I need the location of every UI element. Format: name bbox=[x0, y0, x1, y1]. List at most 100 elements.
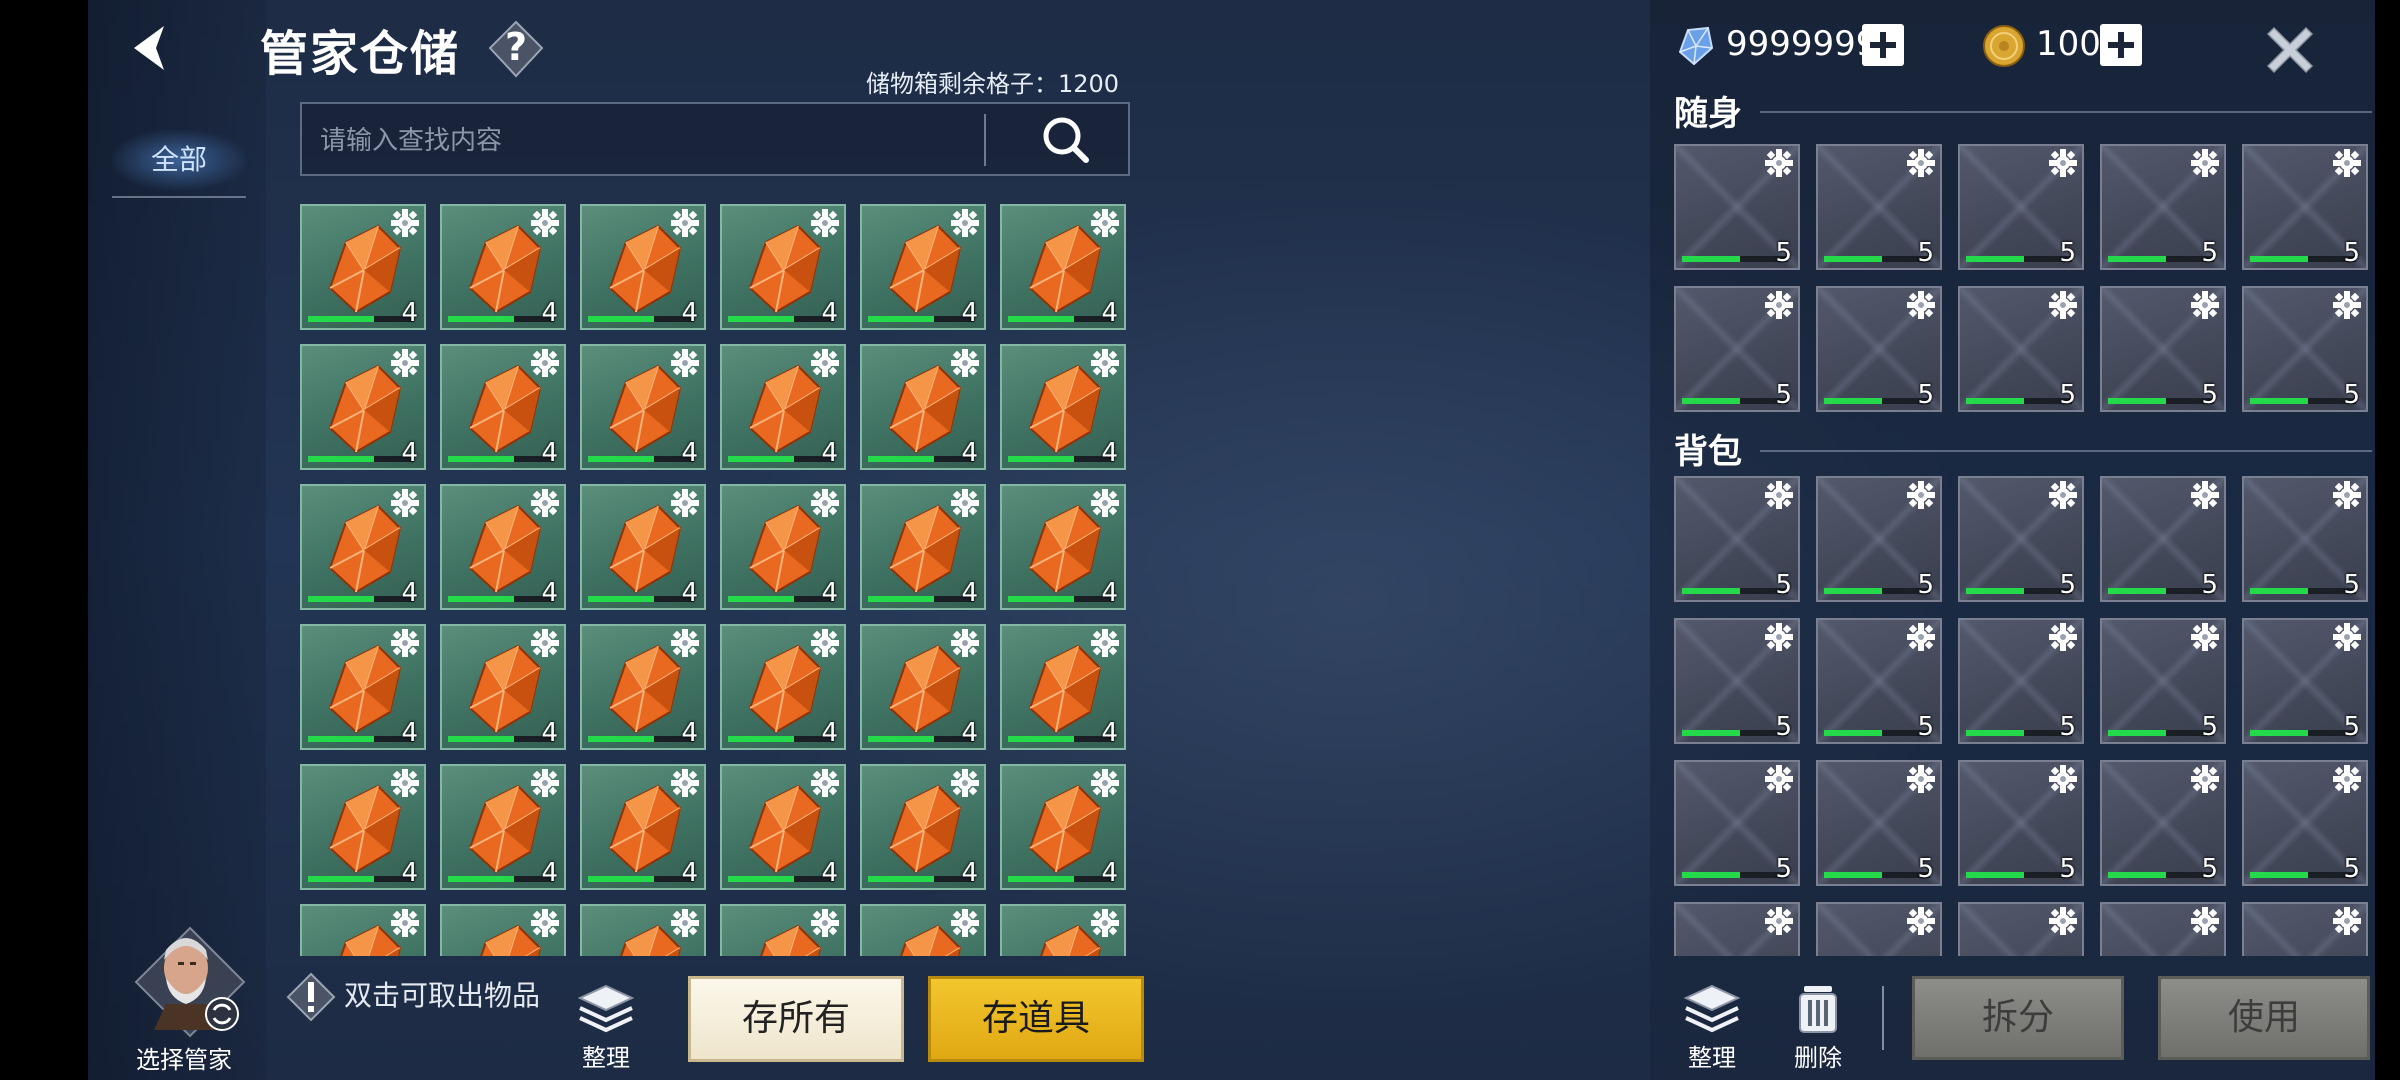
storage-slot[interactable]: 4 bbox=[860, 344, 986, 470]
bag-slot[interactable]: 5 bbox=[1816, 618, 1942, 744]
durability-fill bbox=[308, 736, 374, 742]
storage-slot[interactable]: 4 bbox=[1000, 624, 1126, 750]
back-arrow-icon bbox=[134, 26, 164, 70]
storage-slot[interactable]: 4 bbox=[300, 204, 426, 330]
storage-slot[interactable]: 4 bbox=[300, 344, 426, 470]
item-count: 5 bbox=[2343, 380, 2360, 410]
storage-slot[interactable]: 4 bbox=[580, 344, 706, 470]
lock-gear-icon bbox=[1765, 765, 1793, 793]
bag-slot[interactable]: 5 bbox=[1674, 902, 1800, 956]
bag-slot[interactable]: 5 bbox=[1958, 618, 2084, 744]
storage-slot[interactable]: 4 bbox=[720, 904, 846, 956]
storage-slot[interactable]: 4 bbox=[720, 344, 846, 470]
storage-slot[interactable]: 4 bbox=[440, 764, 566, 890]
store-all-button[interactable]: 存所有 bbox=[688, 976, 904, 1062]
bag-slot[interactable]: 5 bbox=[2100, 902, 2226, 956]
storage-slot[interactable]: 4 bbox=[1000, 764, 1126, 890]
storage-slot[interactable]: 4 bbox=[1000, 904, 1126, 956]
lock-gear-icon bbox=[671, 909, 699, 937]
bag-slot[interactable]: 5 bbox=[2242, 618, 2368, 744]
storage-slot[interactable]: 4 bbox=[440, 624, 566, 750]
storage-slot[interactable]: 4 bbox=[580, 904, 706, 956]
carry-slot[interactable]: 5 bbox=[1958, 286, 2084, 412]
item-count: 5 bbox=[1775, 380, 1792, 410]
storage-slot[interactable]: 4 bbox=[300, 904, 426, 956]
search-input[interactable] bbox=[318, 114, 972, 168]
bag-slot[interactable]: 5 bbox=[2100, 476, 2226, 602]
storage-slot[interactable]: 4 bbox=[440, 204, 566, 330]
delete-button[interactable]: 删除 bbox=[1778, 982, 1858, 1073]
storage-slot[interactable]: 4 bbox=[860, 624, 986, 750]
storage-slot[interactable]: 4 bbox=[440, 484, 566, 610]
durability-bar bbox=[1008, 736, 1114, 742]
storage-slot[interactable]: 4 bbox=[720, 624, 846, 750]
bag-slot[interactable]: 5 bbox=[2242, 476, 2368, 602]
storage-slot[interactable]: 4 bbox=[720, 484, 846, 610]
item-count: 5 bbox=[2343, 854, 2360, 884]
bag-slot[interactable]: 5 bbox=[2100, 760, 2226, 886]
bag-slot[interactable]: 5 bbox=[1958, 902, 2084, 956]
bag-slot[interactable]: 5 bbox=[1674, 476, 1800, 602]
storage-slot[interactable]: 4 bbox=[300, 764, 426, 890]
lock-gear-icon bbox=[391, 769, 419, 797]
storage-slot[interactable]: 4 bbox=[860, 904, 986, 956]
bag-slot[interactable]: 5 bbox=[2100, 618, 2226, 744]
bag-slot[interactable]: 5 bbox=[2242, 902, 2368, 956]
lock-gear-icon bbox=[2049, 907, 2077, 935]
storage-slot[interactable]: 4 bbox=[720, 764, 846, 890]
bag-slot[interactable]: 5 bbox=[1816, 476, 1942, 602]
storage-slot[interactable]: 4 bbox=[300, 624, 426, 750]
carry-slot[interactable]: 5 bbox=[2242, 144, 2368, 270]
storage-slot[interactable]: 4 bbox=[1000, 204, 1126, 330]
storage-slot[interactable]: 4 bbox=[1000, 484, 1126, 610]
durability-fill bbox=[728, 736, 794, 742]
store-items-button[interactable]: 存道具 bbox=[928, 976, 1144, 1062]
item-count: 4 bbox=[961, 718, 978, 748]
sort-inventory-button[interactable]: 整理 bbox=[1672, 982, 1752, 1073]
carry-slot[interactable]: 5 bbox=[1958, 144, 2084, 270]
storage-slot[interactable]: 4 bbox=[860, 764, 986, 890]
select-butler-button[interactable] bbox=[126, 918, 254, 1046]
bag-slot[interactable]: 5 bbox=[1816, 760, 1942, 886]
close-button[interactable] bbox=[2262, 22, 2318, 78]
storage-slot[interactable]: 4 bbox=[580, 624, 706, 750]
storage-slot[interactable]: 4 bbox=[860, 204, 986, 330]
storage-slot[interactable]: 4 bbox=[860, 484, 986, 610]
bag-slot[interactable]: 5 bbox=[1958, 476, 2084, 602]
help-button[interactable]: ? bbox=[486, 18, 546, 80]
lock-gear-icon bbox=[1765, 481, 1793, 509]
bag-slot[interactable]: 5 bbox=[1958, 760, 2084, 886]
storage-slot[interactable]: 4 bbox=[300, 484, 426, 610]
bag-slot[interactable]: 5 bbox=[1674, 618, 1800, 744]
add-coin-button[interactable] bbox=[2100, 24, 2142, 66]
split-button[interactable]: 拆分 bbox=[1912, 976, 2124, 1060]
add-gem-button[interactable] bbox=[1862, 24, 1904, 66]
storage-slot[interactable]: 4 bbox=[580, 484, 706, 610]
tab-all[interactable]: 全部 bbox=[112, 130, 246, 190]
use-button[interactable]: 使用 bbox=[2158, 976, 2370, 1060]
durability-fill bbox=[868, 736, 934, 742]
storage-slot[interactable]: 4 bbox=[720, 204, 846, 330]
bag-slot[interactable]: 5 bbox=[2242, 760, 2368, 886]
storage-slot[interactable]: 4 bbox=[440, 344, 566, 470]
sort-storage-button[interactable]: 整理 bbox=[566, 982, 646, 1073]
durability-bar bbox=[588, 456, 694, 462]
carry-slot[interactable]: 5 bbox=[1816, 144, 1942, 270]
carry-slot[interactable]: 5 bbox=[1816, 286, 1942, 412]
carry-slot[interactable]: 5 bbox=[2100, 144, 2226, 270]
carry-slot[interactable]: 5 bbox=[2100, 286, 2226, 412]
back-button[interactable] bbox=[120, 18, 180, 78]
search-button[interactable] bbox=[1002, 104, 1130, 174]
storage-slot[interactable]: 4 bbox=[580, 764, 706, 890]
carry-slot[interactable]: 5 bbox=[2242, 286, 2368, 412]
bag-slot[interactable]: 5 bbox=[1816, 902, 1942, 956]
durability-fill bbox=[2108, 588, 2167, 594]
carry-slot[interactable]: 5 bbox=[1674, 144, 1800, 270]
storage-slot[interactable]: 4 bbox=[580, 204, 706, 330]
storage-slot[interactable]: 4 bbox=[1000, 344, 1126, 470]
bag-slot[interactable]: 5 bbox=[1674, 760, 1800, 886]
storage-slot[interactable]: 4 bbox=[440, 904, 566, 956]
lock-gear-icon bbox=[2049, 149, 2077, 177]
lock-gear-icon bbox=[2191, 623, 2219, 651]
carry-slot[interactable]: 5 bbox=[1674, 286, 1800, 412]
